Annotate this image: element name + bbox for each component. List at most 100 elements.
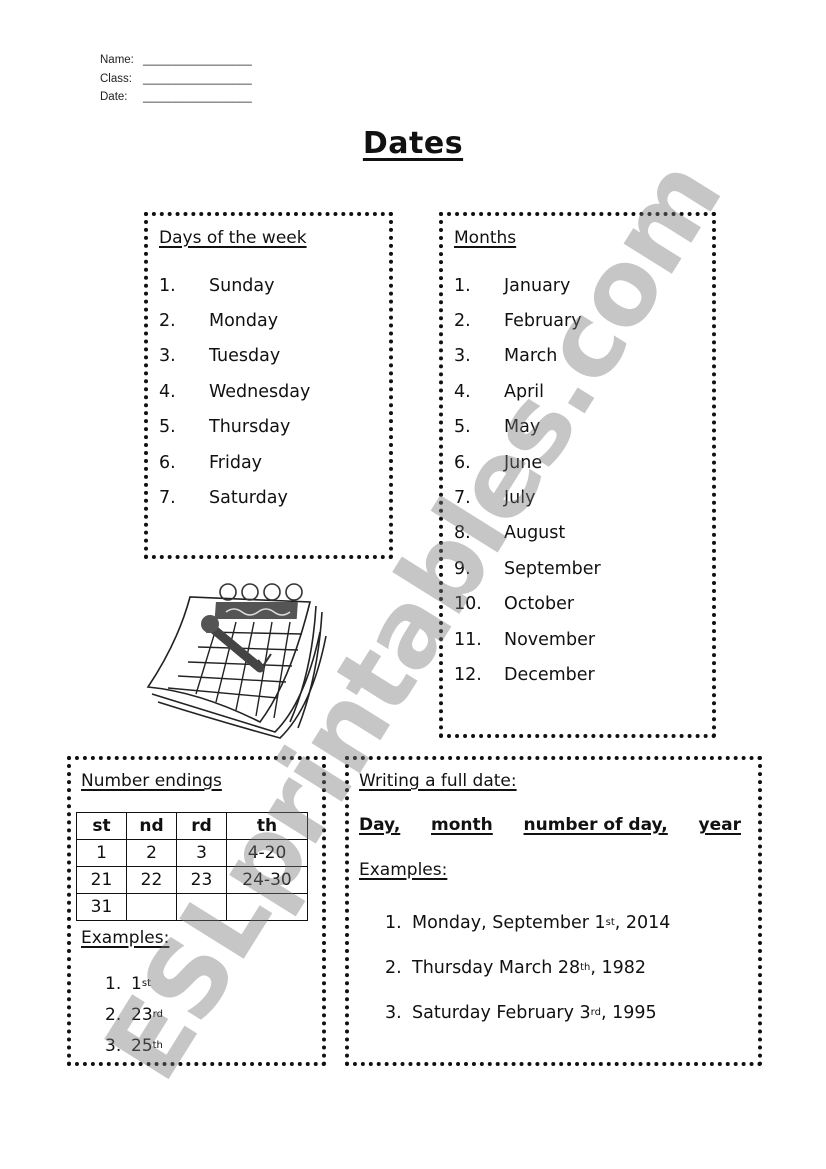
item-number: 6.	[159, 452, 176, 473]
item-number: 2.	[159, 311, 176, 332]
item-year: , 1982	[590, 957, 647, 978]
item-text: Tuesday	[209, 346, 281, 367]
item-number: 7.	[454, 488, 471, 509]
list-item: 6. Friday	[159, 445, 310, 480]
list-item: 6. June	[454, 445, 601, 480]
worksheet-page: Name: _________________ Class: _________…	[0, 0, 826, 1169]
item-number: 3.	[105, 1035, 122, 1056]
item-number: 2.	[454, 311, 471, 332]
item-text: Wednesday	[209, 381, 311, 402]
table-cell: 24-30	[226, 866, 308, 894]
class-blank[interactable]: _________________	[143, 70, 252, 89]
column-header: nd	[126, 812, 177, 840]
item-text: Monday	[209, 311, 279, 332]
list-item: 7. Saturday	[159, 480, 310, 515]
date-field[interactable]: Date: _________________	[100, 88, 252, 107]
item-text: January	[504, 275, 571, 296]
date-blank[interactable]: _________________	[143, 88, 252, 107]
item-text: Sunday	[209, 275, 275, 296]
item-number: 12.	[454, 664, 482, 685]
list-item: 2. Thursday March 28th, 1982	[385, 957, 647, 978]
item-number: 9.	[454, 558, 471, 579]
date-formula: Day, month number of day, year	[359, 815, 741, 835]
item-text: Thursday	[209, 417, 291, 438]
formula-month: month	[431, 815, 493, 835]
class-label: Class:	[100, 72, 132, 85]
item-number: 5.	[159, 417, 176, 438]
table-cell	[126, 893, 177, 921]
item-text: November	[504, 629, 596, 650]
list-item: 3. 25th	[105, 1035, 163, 1056]
list-item: 3. Tuesday	[159, 339, 310, 374]
table-cell	[226, 893, 308, 921]
item-number: 2.	[385, 957, 402, 978]
list-item: 1. Monday, September 1st, 2014	[385, 912, 671, 933]
number-endings-table: st nd rd th 1 2 3 4-20 21 22 23 24-30 31	[76, 812, 308, 921]
list-item: 3. March	[454, 339, 601, 374]
item-number: 4.	[159, 381, 176, 402]
item-text: September	[504, 558, 601, 579]
months-heading: Months	[454, 228, 517, 248]
list-item: 1. January	[454, 268, 601, 303]
list-item: 10. October	[454, 587, 601, 622]
table-row: 21 22 23 24-30	[76, 866, 308, 894]
item-base: 25	[131, 1035, 153, 1056]
date-label: Date:	[100, 91, 128, 103]
item-text: October	[504, 594, 575, 615]
item-base: 23	[131, 1004, 153, 1025]
item-text: March	[504, 346, 558, 367]
table-row: 1 2 3 4-20	[76, 839, 308, 867]
list-item: 2. Monday	[159, 303, 310, 338]
item-text: June	[504, 452, 543, 473]
list-item: 12. December	[454, 657, 601, 692]
formula-number-of-day: number of day,	[523, 815, 668, 835]
name-field[interactable]: Name: _________________	[100, 51, 252, 70]
days-of-week-box: Days of the week 1. Sunday 2. Monday 3. Tue…	[144, 212, 393, 559]
item-text: July	[504, 488, 536, 509]
item-number: 1.	[385, 912, 402, 933]
item-text: August	[504, 523, 566, 544]
number-endings-box: Number endings st nd rd th 1 2 3 4-20 21…	[67, 756, 326, 1066]
name-blank[interactable]: _________________	[143, 51, 252, 70]
table-cell	[176, 893, 227, 921]
item-number: 1.	[454, 275, 471, 296]
item-number: 3.	[454, 346, 471, 367]
item-text: May	[504, 417, 541, 438]
column-header: rd	[176, 812, 227, 840]
full-date-box: Writing a full date: Day, month number o…	[345, 756, 762, 1066]
item-text: February	[504, 311, 582, 332]
list-item: 2. February	[454, 303, 601, 338]
item-number: 8.	[454, 523, 471, 544]
endings-examples-heading: Examples:	[81, 928, 170, 948]
item-base: 1	[131, 973, 142, 994]
item-text: December	[504, 664, 595, 685]
student-info-fields: Name: _________________ Class: _________…	[100, 51, 252, 107]
class-field[interactable]: Class: _________________	[100, 70, 252, 89]
list-item: 1. 1st	[105, 973, 151, 994]
list-item: 3. Saturday February 3rd, 1995	[385, 1002, 657, 1023]
list-item: 5. Thursday	[159, 410, 310, 445]
table-header-row: st nd rd th	[76, 812, 308, 840]
list-item: 8. August	[454, 516, 601, 551]
item-number: 3.	[385, 1002, 402, 1023]
item-text: Saturday	[209, 488, 288, 509]
days-heading: Days of the week	[159, 228, 307, 248]
column-header: th	[226, 812, 308, 840]
table-cell: 2	[126, 839, 177, 867]
item-number: 6.	[454, 452, 471, 473]
endings-examples-list: 1. 1st 2. 23rd 3. 25th	[105, 968, 163, 1061]
item-number: 10.	[454, 594, 482, 615]
item-year: , 2014	[614, 912, 671, 933]
table-cell: 21	[76, 866, 127, 894]
item-number: 1.	[105, 973, 122, 994]
list-item: 4. Wednesday	[159, 374, 310, 409]
table-cell: 4-20	[226, 839, 308, 867]
item-year: , 1995	[600, 1002, 657, 1023]
list-item: 5. May	[454, 410, 601, 445]
table-cell: 22	[126, 866, 177, 894]
number-endings-heading: Number endings	[81, 771, 222, 791]
months-box: Months 1. January 2. February 3. March 4. Ap…	[439, 212, 716, 738]
item-number: 11.	[454, 629, 482, 650]
full-date-heading: Writing a full date:	[359, 771, 517, 791]
item-text: Friday	[209, 452, 263, 473]
